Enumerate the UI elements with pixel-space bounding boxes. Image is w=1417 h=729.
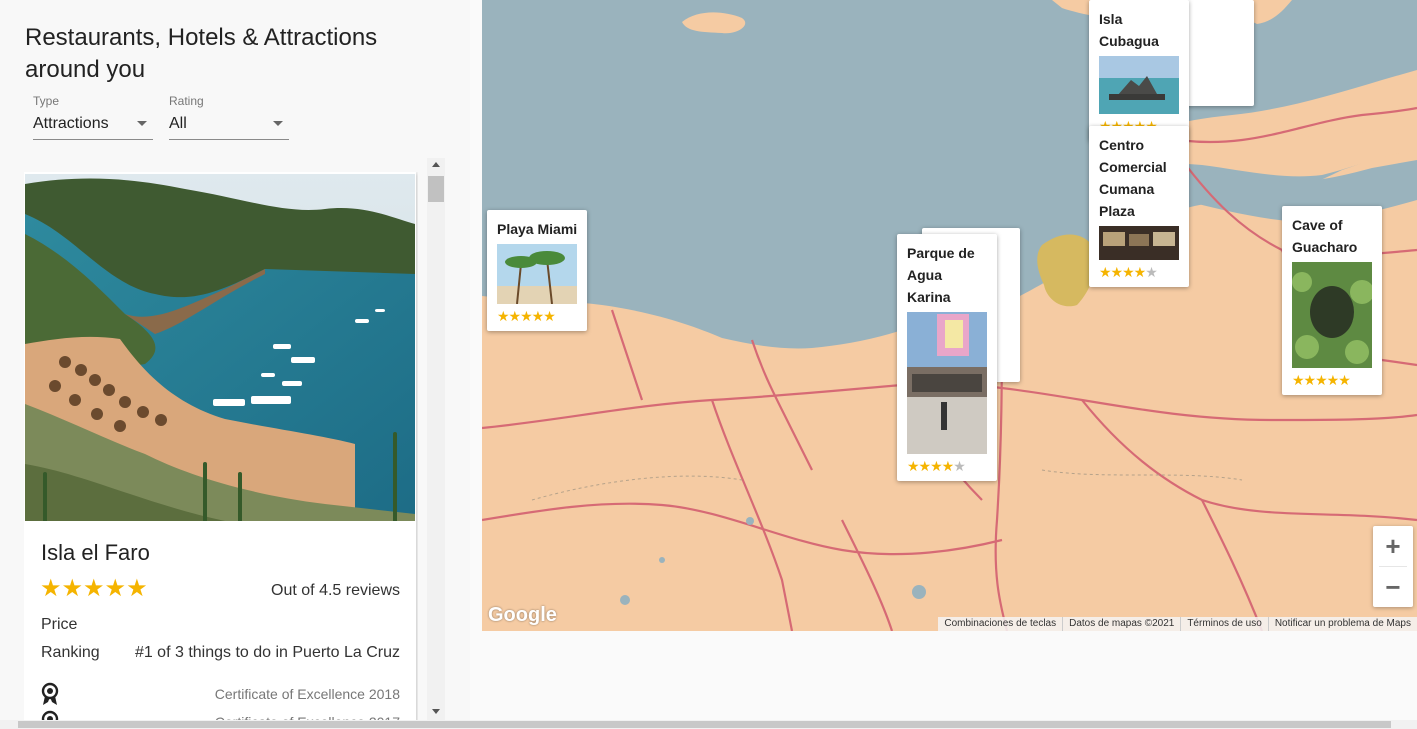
horizontal-scroll-thumb[interactable] <box>18 721 1391 728</box>
place-name: Isla el Faro <box>41 540 150 565</box>
certificate-text: Certificate of Excellence 2018 <box>214 686 400 702</box>
rating-stars: ★★★★★ <box>40 575 148 602</box>
places-list[interactable]: Isla el Faro ★★★★★ Out of 4.5 reviews Pr… <box>24 172 418 722</box>
scroll-down-icon[interactable] <box>432 709 440 714</box>
map-pin-centro-comercial-cumana-plaza[interactable]: Centro Comercial Cumana Plaza ★★★★★ <box>1089 126 1189 287</box>
type-select-value: Attractions <box>33 115 109 132</box>
rating-select[interactable]: All <box>169 114 289 140</box>
pin-name: Playa Miami <box>497 221 578 237</box>
map-pin-cave-of-guacharo[interactable]: Cave of Guacharo ★★★★★ <box>1282 206 1382 395</box>
report-problem-link[interactable]: Notificar un problema de Maps <box>1267 617 1417 631</box>
scroll-up-icon[interactable] <box>432 162 440 167</box>
pin-name: Centro Comercial Cumana Plaza <box>1099 137 1167 219</box>
type-select[interactable]: Attractions <box>33 114 153 140</box>
ranking-value: #1 of 3 things to do in Puerto La Cruz <box>134 644 400 661</box>
pin-stars-on: ★★★★ <box>907 458 954 474</box>
pin-stars-on: ★★★★ <box>1099 264 1146 280</box>
price-label: Price <box>41 616 78 633</box>
rating-filter[interactable]: Rating All <box>169 94 289 140</box>
pin-photo <box>1292 262 1372 368</box>
page-title: Restaurants, Hotels & Attractions around… <box>25 24 378 83</box>
map-pin-isla-cubagua[interactable]: Isla Cubagua ★★★★★ <box>1089 0 1189 141</box>
zoom-in-button[interactable]: + <box>1373 526 1413 566</box>
terms-link[interactable]: Términos de uso <box>1180 617 1267 631</box>
rating-select-value: All <box>169 115 187 132</box>
type-filter-label: Type <box>33 94 60 108</box>
rating-filter-label: Rating <box>169 94 204 108</box>
map[interactable]: Playa Miami ★★★★★ Parque de Agua Karina <box>482 0 1417 631</box>
map-pin-playa-miami[interactable]: Playa Miami ★★★★★ <box>487 210 588 331</box>
pin-name: Cave of Guacharo <box>1292 217 1358 255</box>
pin-photo <box>1099 56 1179 114</box>
certificate-row: Certificate of Excellence 2018 <box>40 682 400 706</box>
pin-stars: ★★★★★ <box>1099 263 1179 281</box>
page-horizontal-scrollbar[interactable] <box>0 720 1417 729</box>
zoom-out-button[interactable]: − <box>1373 567 1413 607</box>
zoom-control: + − <box>1373 526 1413 607</box>
scroll-thumb[interactable] <box>428 176 444 202</box>
map-pin-parque-de-agua-karina[interactable]: Parque de Agua Karina ★★★★★ <box>897 234 997 481</box>
google-logo[interactable]: Google <box>488 604 557 627</box>
award-icon <box>41 682 59 705</box>
dropdown-caret-icon <box>273 121 283 126</box>
reviews-count: Out of 4.5 reviews <box>271 582 400 599</box>
pin-name: Parque de Agua Karina <box>907 245 975 305</box>
pin-stars-off: ★ <box>953 458 966 474</box>
place-photo <box>25 174 415 521</box>
pin-name: Isla Cubagua <box>1099 11 1159 49</box>
pin-stars: ★★★★★ <box>907 457 987 475</box>
pin-photo <box>1099 226 1179 260</box>
pin-stars-on: ★★★★★ <box>1292 372 1351 388</box>
map-data-text: Datos de mapas ©2021 <box>1062 617 1180 631</box>
pin-stars-on: ★★★★★ <box>497 308 556 324</box>
pin-photo <box>497 244 577 304</box>
app-root: Restaurants, Hotels & Attractions around… <box>0 0 1417 729</box>
map-attribution: Combinaciones de teclas Datos de mapas ©… <box>938 617 1417 631</box>
type-filter[interactable]: Type Attractions <box>33 94 153 140</box>
dropdown-caret-icon <box>137 121 147 126</box>
list-scrollbar[interactable] <box>427 158 445 720</box>
pin-stars: ★★★★★ <box>497 307 577 325</box>
place-card[interactable]: Isla el Faro ★★★★★ Out of 4.5 reviews Pr… <box>24 172 416 722</box>
pin-stars-off: ★ <box>1145 264 1158 280</box>
pin-photo <box>907 312 987 454</box>
pin-stars: ★★★★★ <box>1292 371 1372 389</box>
keyboard-shortcuts-link[interactable]: Combinaciones de teclas <box>938 617 1062 631</box>
ranking-label: Ranking <box>41 644 100 661</box>
sidebar: Restaurants, Hotels & Attractions around… <box>0 0 470 722</box>
